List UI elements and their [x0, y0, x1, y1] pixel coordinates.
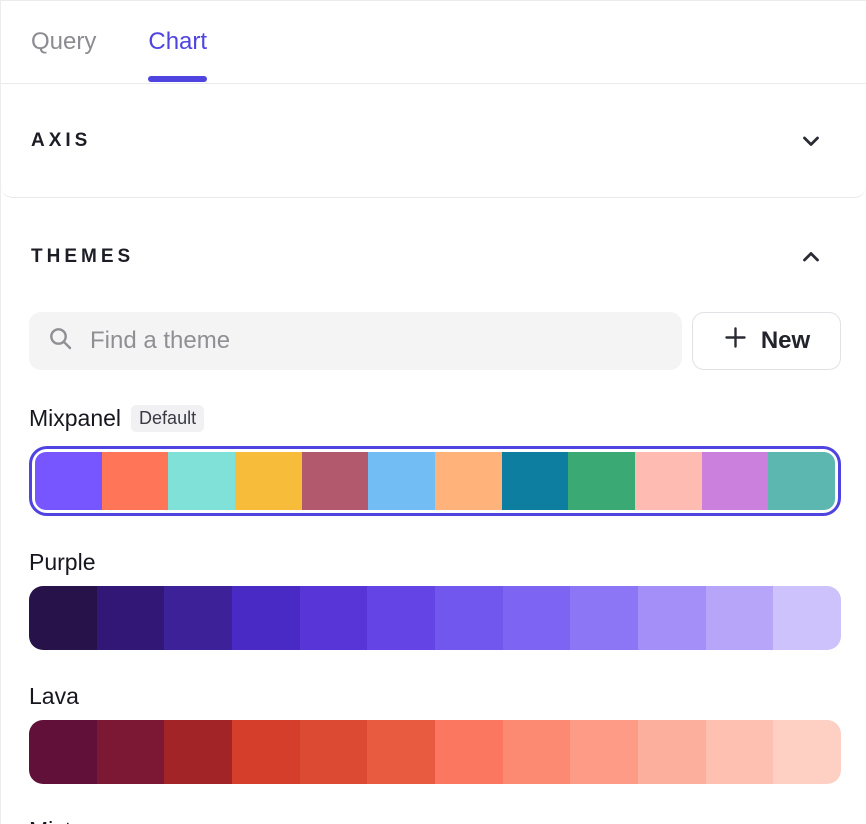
theme-color-swatch [706, 720, 774, 784]
theme-list-item-purple: Purple [29, 548, 841, 650]
theme-color-swatch [568, 452, 635, 510]
tab-bar: Query Chart [1, 1, 866, 84]
theme-color-swatch [773, 720, 841, 784]
chart-settings-panel: Query Chart AXIS THEMES [0, 0, 866, 824]
theme-color-swatch [503, 586, 571, 650]
theme-color-swatch [502, 452, 569, 510]
themes-section-header[interactable]: THEMES [1, 212, 866, 268]
theme-color-swatch [706, 586, 774, 650]
theme-color-swatch [97, 720, 165, 784]
theme-swatches [35, 452, 835, 510]
theme-color-swatch [435, 452, 502, 510]
theme-color-swatch [367, 720, 435, 784]
theme-name: Mixpanel [29, 405, 121, 432]
chevron-up-icon[interactable] [800, 246, 822, 268]
theme-swatches [29, 720, 841, 784]
theme-swatch-row[interactable] [29, 446, 841, 516]
theme-color-swatch [164, 720, 232, 784]
theme-color-swatch [235, 452, 302, 510]
theme-color-swatch [638, 586, 706, 650]
theme-color-swatch [773, 586, 841, 650]
theme-color-swatch [635, 452, 702, 510]
theme-color-swatch [435, 586, 503, 650]
theme-color-swatch [702, 452, 769, 510]
theme-swatches [29, 586, 841, 650]
tab-query-label: Query [31, 28, 96, 56]
new-theme-button-label: New [761, 327, 810, 355]
themes-section-title: THEMES [31, 246, 134, 268]
theme-color-swatch [503, 720, 571, 784]
plus-icon [723, 325, 748, 357]
theme-color-swatch [97, 586, 165, 650]
theme-list: Mixpanel Default Purple Lava Mist [29, 404, 841, 824]
theme-color-swatch [168, 452, 235, 510]
theme-color-swatch [232, 586, 300, 650]
theme-default-badge: Default [131, 405, 204, 432]
theme-swatch-row[interactable] [29, 720, 841, 784]
theme-color-swatch [232, 720, 300, 784]
theme-color-swatch [29, 586, 97, 650]
theme-list-item-lava: Lava [29, 682, 841, 784]
theme-color-swatch [300, 586, 368, 650]
theme-name: Purple [29, 549, 95, 576]
theme-list-item-mist: Mist [29, 816, 841, 824]
theme-color-swatch [638, 720, 706, 784]
theme-label-row: Purple [29, 548, 841, 576]
theme-color-swatch [102, 452, 169, 510]
theme-color-swatch [35, 452, 102, 510]
theme-list-item-mixpanel: Mixpanel Default [29, 404, 841, 516]
theme-label-row: Lava [29, 682, 841, 710]
theme-color-swatch [570, 586, 638, 650]
new-theme-button[interactable]: New [692, 312, 841, 370]
axis-section[interactable]: AXIS [1, 84, 866, 198]
tab-query[interactable]: Query [31, 1, 96, 83]
theme-color-swatch [164, 586, 232, 650]
axis-section-title: AXIS [31, 130, 91, 152]
theme-color-swatch [435, 720, 503, 784]
theme-color-swatch [570, 720, 638, 784]
tab-chart-label: Chart [148, 28, 207, 56]
theme-label-row: Mixpanel Default [29, 404, 841, 432]
search-input[interactable] [88, 326, 664, 356]
chevron-down-icon[interactable] [800, 130, 822, 152]
theme-name: Mist [29, 817, 71, 824]
theme-search-row: New [29, 312, 841, 370]
theme-color-swatch [300, 720, 368, 784]
search-icon [47, 325, 74, 357]
theme-swatch-row[interactable] [29, 586, 841, 650]
theme-color-swatch [367, 586, 435, 650]
theme-color-swatch [29, 720, 97, 784]
theme-name: Lava [29, 683, 79, 710]
theme-search-box[interactable] [29, 312, 682, 370]
themes-section: THEMES [1, 212, 866, 824]
theme-color-swatch [768, 452, 835, 510]
theme-color-swatch [368, 452, 435, 510]
theme-label-row: Mist [29, 816, 841, 824]
tab-chart[interactable]: Chart [148, 1, 207, 83]
theme-color-swatch [302, 452, 369, 510]
